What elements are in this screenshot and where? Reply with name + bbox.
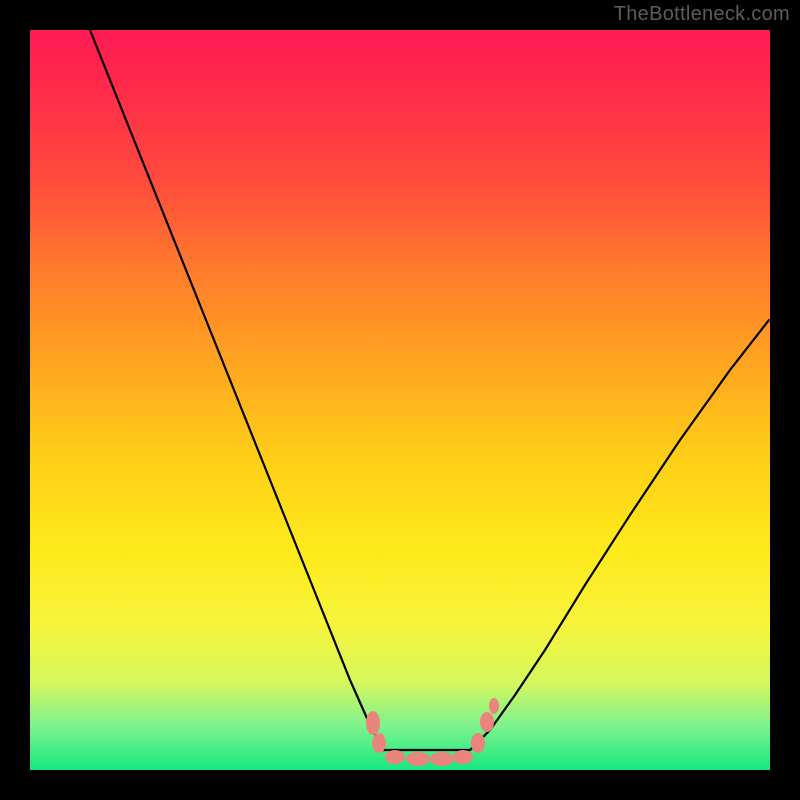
bottom-marker-3 (430, 752, 454, 766)
right-marker-3 (489, 698, 499, 714)
left-marker-1 (366, 711, 380, 735)
right-marker-2 (480, 712, 494, 732)
chart-frame: TheBottleneck.com (0, 0, 800, 800)
series-right-curve (470, 320, 769, 750)
chart-svg (30, 30, 770, 770)
marker-group (366, 698, 499, 766)
watermark: TheBottleneck.com (614, 3, 790, 26)
bottom-marker-2 (406, 752, 430, 766)
bottom-marker-4 (453, 750, 473, 764)
left-marker-2 (372, 733, 386, 753)
series-left-curve (90, 30, 383, 750)
curve-group (90, 30, 769, 750)
plot-area (30, 30, 770, 770)
bottom-marker-1 (385, 750, 405, 764)
right-marker-1 (471, 733, 485, 753)
